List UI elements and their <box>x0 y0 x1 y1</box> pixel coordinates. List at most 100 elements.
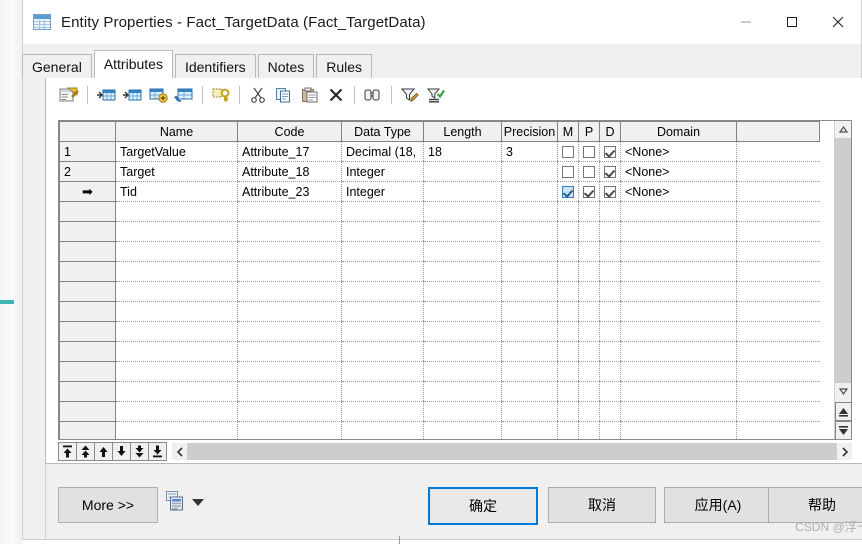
filter-edit-icon[interactable] <box>397 83 423 107</box>
row-checkbox[interactable] <box>604 166 616 179</box>
cell-empty[interactable] <box>341 241 424 262</box>
cell-empty[interactable] <box>557 361 579 382</box>
tab-rules[interactable]: Rules <box>316 54 373 78</box>
cell-empty[interactable] <box>341 421 424 439</box>
cell-empty[interactable] <box>423 341 502 362</box>
cell-empty[interactable] <box>501 201 558 222</box>
cell-empty[interactable] <box>557 261 579 282</box>
cell-domain[interactable]: <None> <box>620 161 737 182</box>
cell-empty[interactable] <box>599 361 621 382</box>
cell-empty[interactable] <box>237 361 342 382</box>
cell-empty[interactable] <box>341 401 424 422</box>
move-up-button[interactable] <box>94 442 113 461</box>
col-header-precision[interactable]: Precision <box>501 121 558 142</box>
cell-empty[interactable] <box>237 401 342 422</box>
cell-empty[interactable] <box>501 401 558 422</box>
row-header[interactable] <box>59 321 116 342</box>
cell-empty[interactable] <box>423 321 502 342</box>
tab-notes[interactable]: Notes <box>257 54 315 78</box>
cell-empty[interactable] <box>599 241 621 262</box>
cell-empty[interactable] <box>599 281 621 302</box>
cell-length[interactable]: 18 <box>423 141 502 162</box>
cell-empty[interactable] <box>341 341 424 362</box>
cell-empty[interactable] <box>557 321 579 342</box>
vertical-scrollbar-thumb[interactable] <box>835 138 851 383</box>
cell-primary[interactable] <box>578 181 600 202</box>
cell-empty[interactable] <box>423 301 502 322</box>
cell-precision[interactable] <box>501 161 558 182</box>
row-header[interactable]: ➡ <box>59 181 116 202</box>
primary-key-icon[interactable] <box>208 83 234 107</box>
cell-empty[interactable] <box>736 381 820 402</box>
row-header[interactable]: 2 <box>59 161 116 182</box>
cell-empty[interactable] <box>237 421 342 439</box>
cell-empty[interactable] <box>237 301 342 322</box>
scroll-last-icon[interactable] <box>835 421 851 439</box>
tab-identifiers[interactable]: Identifiers <box>174 54 256 78</box>
move-down-fast-button[interactable] <box>130 442 149 461</box>
table-row-empty[interactable] <box>59 301 820 322</box>
filter-apply-icon[interactable] <box>423 83 449 107</box>
cell-empty[interactable] <box>341 261 424 282</box>
cell-empty[interactable] <box>736 401 820 422</box>
cell-empty[interactable] <box>341 321 424 342</box>
cell-code[interactable]: Attribute_18 <box>237 161 342 182</box>
cell-empty[interactable] <box>578 281 600 302</box>
cell-empty[interactable] <box>341 221 424 242</box>
row-header[interactable] <box>59 261 116 282</box>
cell-empty[interactable] <box>237 341 342 362</box>
cell-spacer[interactable] <box>736 181 820 202</box>
cell-empty[interactable] <box>341 281 424 302</box>
cell-empty[interactable] <box>557 221 579 242</box>
dropdown-caret-icon[interactable] <box>192 499 204 506</box>
cell-empty[interactable] <box>599 421 621 439</box>
cell-displayed[interactable] <box>599 141 621 162</box>
cell-empty[interactable] <box>237 281 342 302</box>
cell-empty[interactable] <box>599 341 621 362</box>
cell-empty[interactable] <box>599 401 621 422</box>
cell-empty[interactable] <box>423 361 502 382</box>
cell-empty[interactable] <box>599 301 621 322</box>
cell-spacer[interactable] <box>736 141 820 162</box>
scroll-up-icon[interactable] <box>835 121 851 138</box>
row-header[interactable] <box>59 361 116 382</box>
scroll-right-icon[interactable] <box>837 443 852 460</box>
cell-empty[interactable] <box>237 201 342 222</box>
cell-length[interactable] <box>423 181 502 202</box>
find-icon[interactable] <box>360 83 386 107</box>
cell-empty[interactable] <box>237 321 342 342</box>
cell-empty[interactable] <box>423 281 502 302</box>
cell-empty[interactable] <box>620 321 737 342</box>
table-row-empty[interactable] <box>59 421 820 439</box>
properties-icon[interactable] <box>56 83 82 107</box>
cell-code[interactable]: Attribute_23 <box>237 181 342 202</box>
col-header-rownum[interactable] <box>59 121 116 142</box>
row-header[interactable] <box>59 241 116 262</box>
cell-empty[interactable] <box>341 201 424 222</box>
cell-empty[interactable] <box>501 281 558 302</box>
cell-empty[interactable] <box>557 201 579 222</box>
table-row-empty[interactable] <box>59 341 820 362</box>
paste-icon[interactable] <box>297 83 323 107</box>
cell-empty[interactable] <box>501 241 558 262</box>
row-checkbox[interactable] <box>562 186 574 199</box>
cell-empty[interactable] <box>237 241 342 262</box>
row-checkbox[interactable] <box>583 166 595 179</box>
cell-empty[interactable] <box>237 381 342 402</box>
more-button[interactable]: More >> <box>58 487 158 523</box>
cell-data-type[interactable]: Integer <box>341 181 424 202</box>
cell-empty[interactable] <box>501 301 558 322</box>
cell-empty[interactable] <box>578 381 600 402</box>
row-checkbox[interactable] <box>583 186 595 199</box>
move-to-top-button[interactable] <box>58 442 77 461</box>
col-header-spacer[interactable] <box>736 121 820 142</box>
cell-empty[interactable] <box>423 381 502 402</box>
table-row-empty[interactable] <box>59 381 820 402</box>
col-header-length[interactable]: Length <box>423 121 502 142</box>
cell-empty[interactable] <box>501 381 558 402</box>
table-row-empty[interactable] <box>59 261 820 282</box>
cell-empty[interactable] <box>736 301 820 322</box>
cell-empty[interactable] <box>501 261 558 282</box>
cell-empty[interactable] <box>620 361 737 382</box>
cell-empty[interactable] <box>578 241 600 262</box>
